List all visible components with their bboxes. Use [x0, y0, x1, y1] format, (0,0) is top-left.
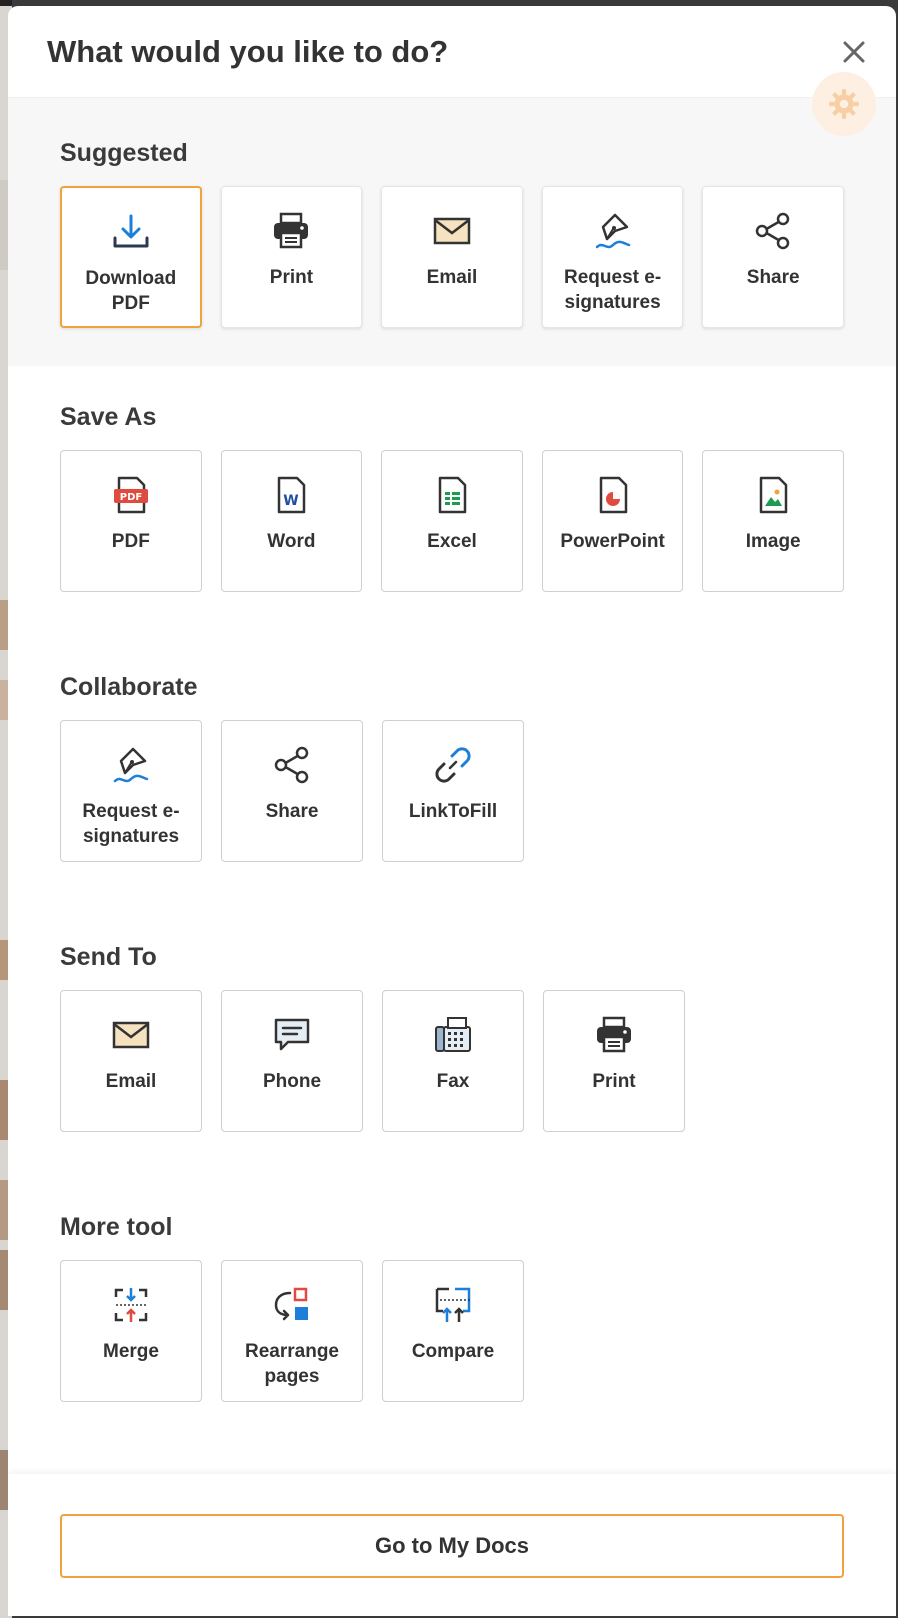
- pdf-file-icon: PDF: [113, 476, 148, 514]
- envelope-icon: [112, 1021, 150, 1049]
- dialog-header: What would you like to do?: [8, 6, 896, 98]
- tile-label: Image: [745, 531, 801, 552]
- envelope-icon: [433, 217, 471, 245]
- tile-label: PowerPoint: [560, 531, 665, 552]
- section-title: More tool: [60, 1213, 173, 1241]
- svg-text:PDF: PDF: [120, 492, 142, 503]
- collaborate-request-esignatures-button[interactable]: Request e-signatures: [60, 720, 202, 862]
- dialog-title: What would you like to do?: [47, 34, 449, 69]
- section-title: Suggested: [60, 139, 188, 167]
- tile-grid: Download PDF Print Email Request e-signa…: [60, 186, 844, 328]
- send-email-button[interactable]: Email: [60, 990, 202, 1132]
- word-file-icon: W: [278, 476, 306, 514]
- section-save-as: Save As PDF PDF W Word Excel PowerPoint …: [8, 366, 896, 636]
- tile-label: Download PDF: [85, 268, 177, 314]
- merge-icon: [114, 1288, 148, 1322]
- tile-label: Rearrange pages: [245, 1341, 339, 1387]
- dialog-footer: Go to My Docs: [8, 1474, 896, 1616]
- section-send-to: Send To Email Phone Fax Print: [8, 906, 896, 1176]
- save-as-pdf-button[interactable]: PDF PDF: [60, 450, 202, 592]
- go-to-my-docs-button[interactable]: Go to My Docs: [60, 1514, 844, 1578]
- linktofill-button[interactable]: LinkToFill: [382, 720, 524, 862]
- excel-file-icon: [438, 476, 467, 514]
- share-icon: [274, 746, 309, 784]
- collaborate-share-button[interactable]: Share: [221, 720, 363, 862]
- rearrange-icon: [274, 1287, 308, 1321]
- save-as-word-button[interactable]: W Word: [220, 450, 363, 592]
- close-button[interactable]: [838, 36, 870, 68]
- save-as-excel-button[interactable]: Excel: [381, 450, 523, 592]
- compare-button[interactable]: Compare: [382, 1260, 524, 1402]
- action-dialog: What would you like to do? Suggested Dow…: [8, 6, 896, 1616]
- tile-label: Compare: [411, 1341, 495, 1362]
- link-icon: [435, 747, 471, 783]
- tile-grid: Email Phone Fax Print: [60, 990, 844, 1132]
- print-button[interactable]: Print: [220, 186, 363, 328]
- tile-label: Share: [746, 267, 800, 288]
- tile-label: Fax: [436, 1071, 470, 1092]
- tile-label: Merge: [103, 1341, 159, 1362]
- section-title: Collaborate: [60, 673, 198, 701]
- send-phone-button[interactable]: Phone: [221, 990, 363, 1132]
- tile-label: Print: [592, 1071, 636, 1092]
- download-icon: [113, 214, 149, 248]
- printer-icon: [597, 1016, 631, 1053]
- section-collaborate: Collaborate Request e-signatures Share L…: [8, 636, 896, 906]
- powerpoint-file-icon: [599, 476, 627, 514]
- send-print-button[interactable]: Print: [543, 990, 685, 1132]
- fax-icon: [435, 1017, 471, 1052]
- tile-label: Request e-signatures: [564, 267, 662, 313]
- tile-grid: Merge Rearrange pages Compare: [60, 1260, 844, 1402]
- tile-label: Email: [426, 267, 478, 288]
- tile-label: Phone: [262, 1071, 322, 1092]
- rearrange-pages-button[interactable]: Rearrange pages: [221, 1260, 363, 1402]
- printer-icon: [274, 212, 309, 249]
- close-icon: [843, 41, 865, 63]
- section-title: Send To: [60, 943, 157, 971]
- email-button[interactable]: Email: [381, 186, 523, 328]
- tile-label: Share: [265, 801, 319, 822]
- section-title: Save As: [60, 403, 157, 431]
- tile-label: Request e-signatures: [82, 801, 180, 847]
- tile-label: Print: [269, 267, 314, 288]
- share-button[interactable]: Share: [702, 186, 844, 328]
- download-pdf-button[interactable]: Download PDF: [60, 186, 202, 328]
- send-fax-button[interactable]: Fax: [382, 990, 524, 1132]
- pen-signature-icon: [113, 747, 149, 783]
- section-suggested: Suggested Download PDF Print Email Reque…: [8, 98, 896, 366]
- message-icon: [274, 1018, 310, 1051]
- merge-button[interactable]: Merge: [60, 1260, 202, 1402]
- pen-signature-icon: [595, 213, 630, 249]
- save-as-image-button[interactable]: Image: [702, 450, 844, 592]
- compare-icon: [435, 1287, 471, 1322]
- image-file-icon: [759, 476, 788, 514]
- request-esignatures-button[interactable]: Request e-signatures: [541, 186, 684, 328]
- share-icon: [755, 212, 790, 250]
- settings-button[interactable]: [812, 72, 876, 136]
- svg-text:W: W: [284, 493, 299, 509]
- save-as-powerpoint-button[interactable]: PowerPoint: [541, 450, 684, 592]
- tile-label: PDF: [111, 531, 150, 552]
- gear-icon: [829, 89, 859, 119]
- tile-label: Word: [267, 531, 316, 552]
- tile-label: Excel: [427, 531, 477, 552]
- tile-grid: Request e-signatures Share LinkToFill: [60, 720, 844, 862]
- tile-label: Email: [105, 1071, 157, 1092]
- tile-grid: PDF PDF W Word Excel PowerPoint Image: [60, 450, 844, 592]
- section-more-tool: More tool Merge Rearrange pages Compare: [8, 1176, 896, 1446]
- tile-label: LinkToFill: [408, 801, 498, 822]
